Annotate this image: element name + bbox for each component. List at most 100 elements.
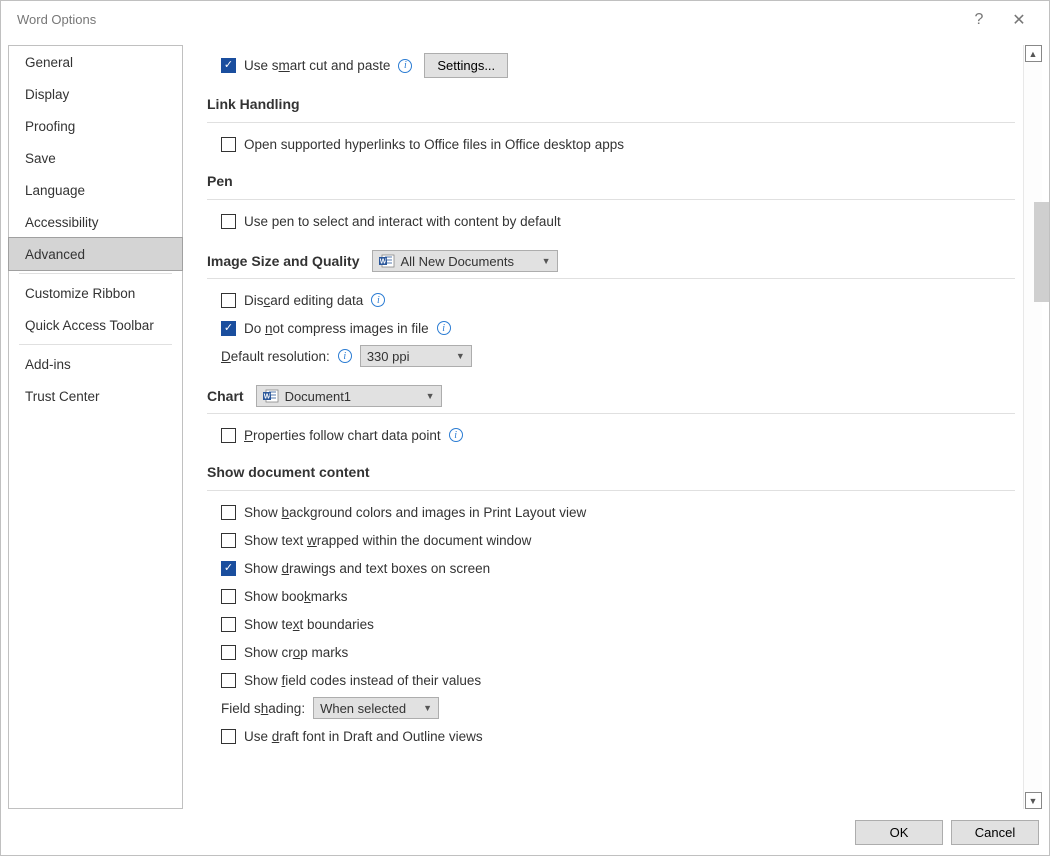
smart-cut-paste-row: Use smart cut and paste i Settings...	[221, 53, 1015, 78]
chart-head: Chart W Document1 ▼	[207, 385, 1015, 407]
smart-cut-paste-checkbox[interactable]	[221, 58, 236, 73]
use-pen-label: Use pen to select and interact with cont…	[244, 214, 561, 229]
show-wrap-checkbox[interactable]	[221, 533, 236, 548]
cancel-button[interactable]: Cancel	[951, 820, 1039, 845]
window-title: Word Options	[11, 12, 959, 27]
sidebar-item-quick-access[interactable]: Quick Access Toolbar	[9, 309, 182, 341]
info-icon[interactable]: i	[449, 428, 463, 442]
sidebar-separator	[19, 344, 172, 345]
discard-editing-row: Discard editing data i	[221, 289, 1015, 311]
info-icon[interactable]: i	[371, 293, 385, 307]
show-bookmarks-label: Show bookmarks	[244, 589, 348, 604]
svg-text:W: W	[263, 394, 270, 401]
sidebar-item-addins[interactable]: Add-ins	[9, 348, 182, 380]
field-shading-label: Field shading:	[221, 701, 305, 716]
field-shading-dropdown[interactable]: When selected ▼	[313, 697, 439, 719]
default-resolution-label: Default resolution:	[221, 349, 330, 364]
open-hyperlinks-checkbox[interactable]	[221, 137, 236, 152]
chevron-down-icon: ▼	[542, 256, 551, 266]
show-bg-label: Show background colors and images in Pri…	[244, 505, 586, 520]
sidebar-item-proofing[interactable]: Proofing	[9, 110, 182, 142]
chart-properties-label: Properties follow chart data point	[244, 428, 441, 443]
scroll-thumb[interactable]	[1034, 202, 1049, 302]
sidebar-item-general[interactable]: General	[9, 46, 182, 78]
draft-font-checkbox[interactable]	[221, 729, 236, 744]
sidebar-separator	[19, 273, 172, 274]
content-wrap: Use smart cut and paste i Settings... Li…	[183, 45, 1042, 809]
show-drawings-row: Show drawings and text boxes on screen	[221, 557, 1015, 579]
show-drawings-checkbox[interactable]	[221, 561, 236, 576]
sidebar-item-accessibility[interactable]: Accessibility	[9, 206, 182, 238]
sidebar-item-advanced[interactable]: Advanced	[8, 237, 183, 271]
chart-properties-checkbox[interactable]	[221, 428, 236, 443]
image-quality-scope-dropdown[interactable]: W All New Documents ▼	[372, 250, 558, 272]
show-wrap-label: Show text wrapped within the document wi…	[244, 533, 531, 548]
image-quality-title: Image Size and Quality	[207, 253, 360, 269]
discard-editing-label: Discard editing data	[244, 293, 363, 308]
svg-text:W: W	[379, 259, 386, 266]
dialog-body: General Display Proofing Save Language A…	[1, 38, 1049, 809]
scroll-up-button[interactable]: ▲	[1025, 45, 1042, 62]
show-bookmarks-checkbox[interactable]	[221, 589, 236, 604]
show-crop-row: Show crop marks	[221, 641, 1015, 663]
image-quality-scope-value: All New Documents	[401, 254, 514, 269]
discard-editing-checkbox[interactable]	[221, 293, 236, 308]
image-quality-head: Image Size and Quality W All New Documen…	[207, 250, 1015, 272]
open-hyperlinks-label: Open supported hyperlinks to Office file…	[244, 137, 624, 152]
no-compress-checkbox[interactable]	[221, 321, 236, 336]
chart-scope-dropdown[interactable]: W Document1 ▼	[256, 385, 442, 407]
sidebar: General Display Proofing Save Language A…	[8, 45, 183, 809]
use-pen-row: Use pen to select and interact with cont…	[221, 210, 1015, 232]
chevron-down-icon: ▼	[456, 351, 465, 361]
show-field-codes-checkbox[interactable]	[221, 673, 236, 688]
settings-button[interactable]: Settings...	[424, 53, 508, 78]
default-resolution-row: Default resolution: i 330 ppi ▼	[221, 345, 1015, 367]
show-drawings-label: Show drawings and text boxes on screen	[244, 561, 490, 576]
info-icon[interactable]: i	[398, 59, 412, 73]
smart-cut-paste-label: Use smart cut and paste	[244, 58, 390, 73]
default-resolution-value: 330 ppi	[367, 349, 410, 364]
chart-title: Chart	[207, 388, 244, 404]
content-panel: Use smart cut and paste i Settings... Li…	[183, 45, 1023, 809]
draft-font-label: Use draft font in Draft and Outline view…	[244, 729, 483, 744]
show-field-codes-row: Show field codes instead of their values	[221, 669, 1015, 691]
show-wrap-row: Show text wrapped within the document wi…	[221, 529, 1015, 551]
footer: OK Cancel	[1, 809, 1049, 855]
help-icon[interactable]: ?	[959, 11, 999, 29]
info-icon[interactable]: i	[437, 321, 451, 335]
show-boundaries-checkbox[interactable]	[221, 617, 236, 632]
titlebar: Word Options ? ✕	[1, 1, 1049, 38]
no-compress-label: Do not compress images in file	[244, 321, 429, 336]
show-boundaries-label: Show text boundaries	[244, 617, 374, 632]
field-shading-row: Field shading: When selected ▼	[221, 697, 1015, 719]
scroll-down-button[interactable]: ▼	[1025, 792, 1042, 809]
show-boundaries-row: Show text boundaries	[221, 613, 1015, 635]
show-content-head: Show document content	[207, 464, 1015, 484]
sidebar-item-display[interactable]: Display	[9, 78, 182, 110]
field-shading-value: When selected	[320, 701, 406, 716]
sidebar-item-language[interactable]: Language	[9, 174, 182, 206]
use-pen-checkbox[interactable]	[221, 214, 236, 229]
info-icon[interactable]: i	[338, 349, 352, 363]
link-handling-head: Link Handling	[207, 96, 1015, 116]
default-resolution-dropdown[interactable]: 330 ppi ▼	[360, 345, 472, 367]
no-compress-row: Do not compress images in file i	[221, 317, 1015, 339]
word-doc-icon: W	[379, 254, 395, 268]
scrollbar: ▲ ▼	[1023, 45, 1042, 809]
show-bg-row: Show background colors and images in Pri…	[221, 501, 1015, 523]
pen-head: Pen	[207, 173, 1015, 193]
show-field-codes-label: Show field codes instead of their values	[244, 673, 481, 688]
chevron-down-icon: ▼	[423, 703, 432, 713]
show-bookmarks-row: Show bookmarks	[221, 585, 1015, 607]
sidebar-item-save[interactable]: Save	[9, 142, 182, 174]
show-bg-checkbox[interactable]	[221, 505, 236, 520]
sidebar-item-customize-ribbon[interactable]: Customize Ribbon	[9, 277, 182, 309]
chart-properties-row: Properties follow chart data point i	[221, 424, 1015, 446]
close-icon[interactable]: ✕	[999, 10, 1039, 30]
ok-button[interactable]: OK	[855, 820, 943, 845]
open-hyperlinks-row: Open supported hyperlinks to Office file…	[221, 133, 1015, 155]
word-doc-icon: W	[263, 389, 279, 403]
chevron-down-icon: ▼	[426, 391, 435, 401]
sidebar-item-trust-center[interactable]: Trust Center	[9, 380, 182, 412]
show-crop-checkbox[interactable]	[221, 645, 236, 660]
